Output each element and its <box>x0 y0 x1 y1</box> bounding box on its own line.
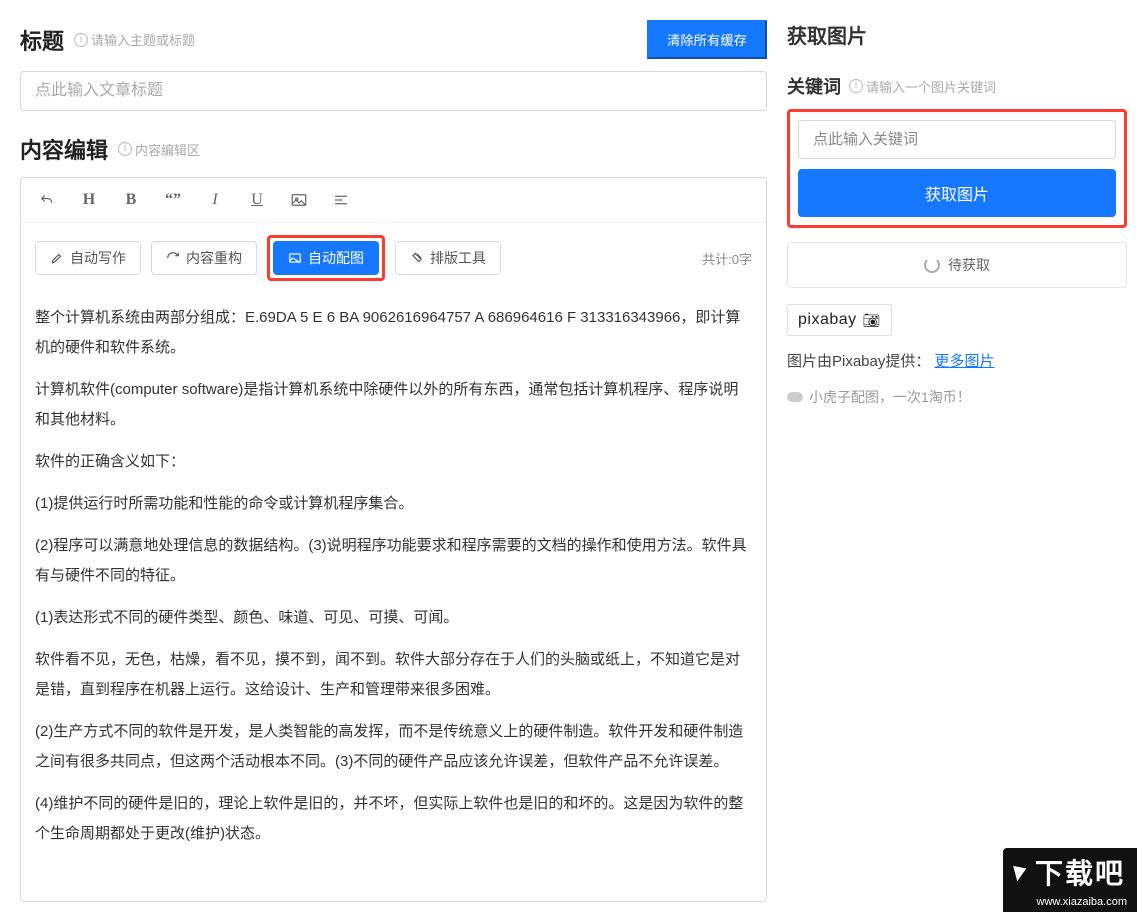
content-paragraph: (1)提供运行时所需功能和性能的命令或计算机程序集合。 <box>35 489 752 519</box>
cloud-icon <box>787 392 803 402</box>
loading-icon <box>924 257 940 273</box>
keyword-label: 关键词 <box>787 73 841 99</box>
auto-write-button[interactable]: 自动写作 <box>35 241 141 275</box>
content-paragraph: (1)表达形式不同的硬件类型、颜色、味道、可见、可摸、可闻。 <box>35 603 752 633</box>
content-paragraph: 计算机软件(computer software)是指计算机系统中除硬件以外的所有… <box>35 375 752 435</box>
content-paragraph: (4)维护不同的硬件是旧的，理论上软件是旧的，并不坏，但实际上软件也是旧的和坏的… <box>35 789 752 849</box>
char-count: 共计:0字 <box>702 249 752 268</box>
title-header: 标题 i 请输入主题或标题 清除所有缓存 <box>20 20 767 59</box>
fetch-image-button[interactable]: 获取图片 <box>798 169 1116 217</box>
article-title-input[interactable] <box>20 71 767 111</box>
title-hint: i 请输入主题或标题 <box>74 30 195 49</box>
content-hint: i 内容编辑区 <box>118 140 200 159</box>
heading-icon[interactable]: H <box>77 188 101 212</box>
content-paragraph: 软件看不见，无色，枯燥，看不见，摸不到，闻不到。软件大部分存在于人们的头脑或纸上… <box>35 645 752 705</box>
pending-status: 待获取 <box>787 242 1127 288</box>
layout-tool-button[interactable]: 排版工具 <box>395 241 501 275</box>
content-paragraph: (2)生产方式不同的软件是开发，是人类智能的高发挥，而不是传统意义上的硬件制造。… <box>35 717 752 777</box>
content-area[interactable]: 整个计算机系统由两部分组成：E.69DA 5 E 6 BA 9062616964… <box>21 293 766 901</box>
keyword-hint: i 请输入一个图片关键词 <box>849 77 996 96</box>
italic-icon[interactable]: I <box>203 188 227 212</box>
clear-cache-button[interactable]: 清除所有缓存 <box>647 20 767 59</box>
image-credit: 图片由Pixabay提供： 更多图片 <box>787 350 1127 371</box>
editor-box: H B “” I U 自动写作 内容重构 <box>20 177 767 902</box>
formatting-toolbar: H B “” I U <box>21 178 766 223</box>
pixabay-badge: pixabay 📷︎ <box>787 304 892 336</box>
content-heading: 内容编辑 <box>20 133 108 165</box>
auto-image-button[interactable]: 自动配图 <box>273 241 379 275</box>
info-icon: i <box>118 142 132 156</box>
keyword-box-highlight: 获取图片 <box>787 109 1127 228</box>
info-icon: i <box>74 33 88 47</box>
cursor-icon <box>1013 863 1029 882</box>
bold-icon[interactable]: B <box>119 188 143 212</box>
site-watermark: 下载吧 www.xiazaiba.com <box>1003 848 1137 912</box>
image-icon[interactable] <box>287 188 311 212</box>
content-paragraph: 软件的正确含义如下： <box>35 447 752 477</box>
more-images-link[interactable]: 更多图片 <box>935 353 995 370</box>
restructure-button[interactable]: 内容重构 <box>151 241 257 275</box>
content-paragraph: (2)程序可以满意地处理信息的数据结构。(3)说明程序功能要求和程序需要的文档的… <box>35 531 752 591</box>
auto-image-highlight: 自动配图 <box>267 235 385 281</box>
quote-icon[interactable]: “” <box>161 188 185 212</box>
undo-icon[interactable] <box>35 188 59 212</box>
camera-icon: 📷︎ <box>863 312 881 329</box>
align-left-icon[interactable] <box>329 188 353 212</box>
info-icon: i <box>849 79 863 93</box>
keyword-input[interactable] <box>798 120 1116 159</box>
underline-icon[interactable]: U <box>245 188 269 212</box>
content-header: 内容编辑 i 内容编辑区 <box>20 133 767 165</box>
content-paragraph: 整个计算机系统由两部分组成：E.69DA 5 E 6 BA 9062616964… <box>35 303 752 363</box>
action-toolbar: 自动写作 内容重构 自动配图 排版工具 共计:0字 <box>21 223 766 293</box>
promo-text: 小虎子配图，一次1淘币！ <box>787 387 1127 407</box>
title-heading: 标题 <box>20 24 64 56</box>
image-panel-heading: 获取图片 <box>787 20 1127 49</box>
